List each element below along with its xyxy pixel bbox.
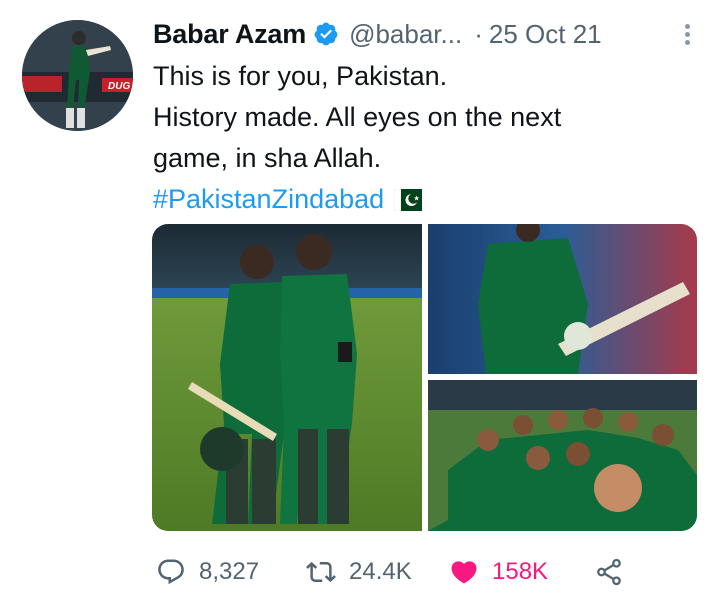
reply-count: 8,327 [199,558,260,585]
tweet-text: This is for you, Pakistan. History made.… [153,56,693,220]
tweet-header: Babar Azam @babar... · 25 Oct 21 [153,14,691,54]
share-button[interactable] [594,557,624,587]
like-count: 158K [492,558,549,585]
tweet-date[interactable]: 25 Oct 21 [489,19,602,50]
retweet-icon [306,561,336,583]
svg-text:DUG: DUG [108,81,130,92]
avatar[interactable]: DUG [22,20,133,131]
tweet-line: History made. All eyes on the next [153,102,562,132]
media-grid [152,224,697,531]
retweet-button[interactable]: 24.4K [306,557,449,587]
reply-icon [158,559,184,585]
author-handle[interactable]: @babar... [349,19,462,50]
pakistan-flag-icon [394,189,423,211]
tweet-line: This is for you, Pakistan. [153,61,448,91]
verified-badge-icon [314,22,338,46]
like-button[interactable]: 158K [449,557,594,587]
retweet-count: 24.4K [349,558,412,585]
hashtag-link[interactable]: #PakistanZindabad [153,184,384,214]
share-icon [597,558,621,586]
tweet-actions: 8,327 24.4K 158K [156,554,681,590]
media-image-team-selfie[interactable] [428,380,697,531]
reply-button[interactable]: 8,327 [156,557,306,587]
avatar-image: DUG [22,20,133,131]
separator-dot: · [474,18,483,49]
tweet-line: game, in sha Allah. [153,143,382,173]
hashtag-line: #PakistanZindabad [153,179,693,220]
heart-icon [451,561,477,584]
media-image-bat-raise[interactable] [428,224,697,374]
media-image-players[interactable] [152,224,422,531]
author-name[interactable]: Babar Azam [153,19,306,50]
more-icon[interactable] [685,24,691,46]
